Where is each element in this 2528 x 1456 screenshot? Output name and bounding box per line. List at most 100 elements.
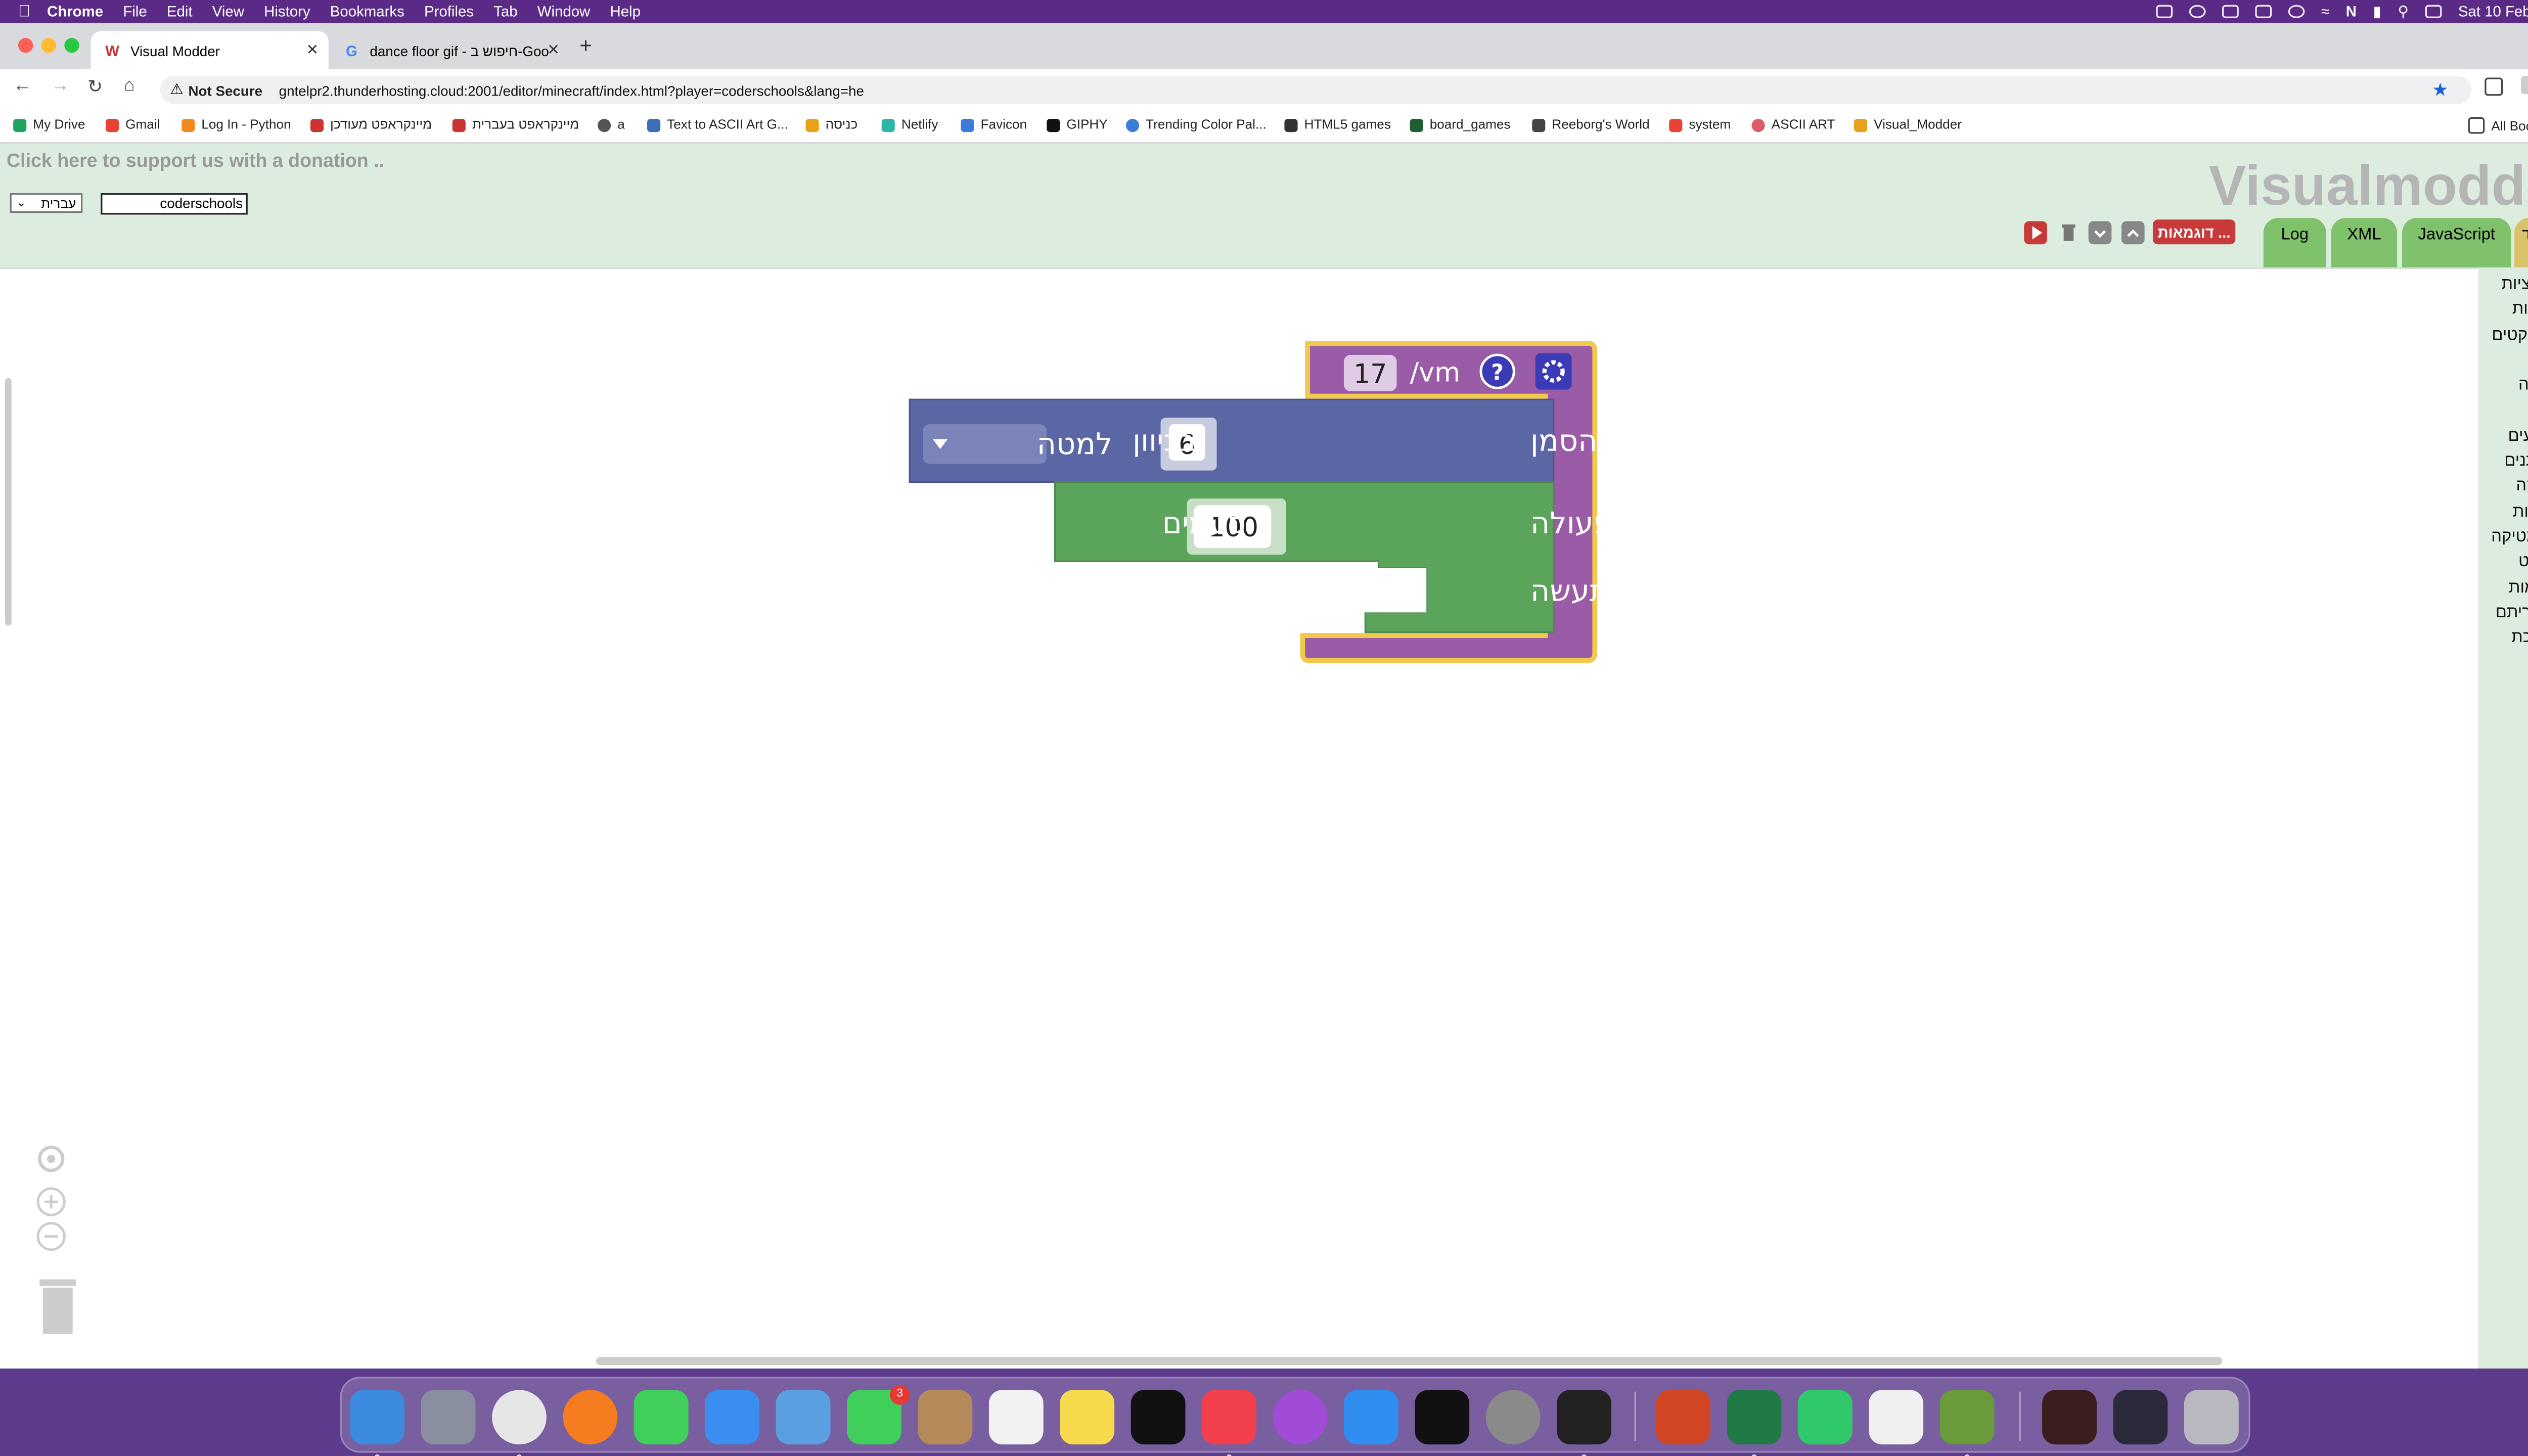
move-cursor-block[interactable]: קדם את מיקום הסמן 6 בכיוון למטה xyxy=(909,398,1798,483)
toolbox-category[interactable]: אלגוריתם xyxy=(2496,604,2528,622)
bookmark-item[interactable]: Reeborg's World xyxy=(1532,117,1650,132)
play-icon[interactable] xyxy=(2288,5,2305,18)
appstore-icon[interactable] xyxy=(1343,1390,1398,1445)
tab-log[interactable]: Log xyxy=(2263,218,2326,267)
contacts-icon[interactable] xyxy=(918,1390,973,1445)
system-settings-icon[interactable] xyxy=(1485,1390,1541,1445)
music-icon[interactable] xyxy=(1202,1390,1256,1445)
toolbox-category[interactable]: לולאות xyxy=(2513,503,2528,521)
minimize-window-button[interactable] xyxy=(41,38,57,53)
clock[interactable]: Sat 10 Feb 10:37 xyxy=(2458,4,2528,20)
bookmark-item[interactable]: My Drive xyxy=(13,117,85,132)
control-center-toggle-icon[interactable] xyxy=(2425,5,2442,18)
home-button[interactable]: ⌂ xyxy=(124,76,135,96)
bookmark-item[interactable]: Log In - Python xyxy=(182,117,291,132)
toolbox-category[interactable]: פעולות xyxy=(2512,301,2528,319)
messages-icon[interactable] xyxy=(634,1390,689,1445)
close-tab-icon[interactable]: ✕ xyxy=(306,41,319,60)
donate-link[interactable]: Click here to support us with a donation… xyxy=(7,152,384,171)
toolbox-category[interactable]: מתמטיקה xyxy=(2491,528,2528,547)
tab-xml[interactable]: XML xyxy=(2331,218,2398,267)
blockly-workspace[interactable]: 17 /vm ? קדם את מיקום הסמן 6 בכיוון למטה xyxy=(0,267,2478,1371)
menu-app[interactable]: Chrome xyxy=(47,4,103,20)
warning-icon[interactable]: ⚠ xyxy=(170,81,183,99)
bookmark-item[interactable]: Text to ASCII Art G... xyxy=(647,117,788,132)
bookmark-item[interactable]: system xyxy=(1669,117,1731,132)
menu-history[interactable]: History xyxy=(264,4,310,20)
repeat-block[interactable]: חזור על הפעולה 100 פעמים תעשה xyxy=(1054,481,1741,633)
player-input[interactable]: coderschools xyxy=(101,193,248,215)
address-bar[interactable]: ⚠ Not Secure gntelpr2.thunderhosting.clo… xyxy=(160,76,2472,104)
bookmark-item[interactable]: מיינקראפט מעודכן xyxy=(310,117,432,132)
run-button[interactable] xyxy=(2024,221,2047,245)
toolbox-category[interactable]: טקסט xyxy=(2518,554,2528,572)
bookmark-star-icon[interactable]: ★ xyxy=(2432,79,2448,101)
creative-cloud-icon[interactable] xyxy=(2189,5,2206,18)
reload-button[interactable]: ↻ xyxy=(87,76,103,97)
new-tab-button[interactable]: + xyxy=(579,33,592,58)
bookmark-item[interactable]: HTML5 games xyxy=(1284,117,1391,132)
toolbox-category[interactable]: מערכת xyxy=(2511,629,2528,648)
menu-file[interactable]: File xyxy=(123,4,147,20)
delete-button[interactable] xyxy=(2057,221,2081,245)
url-text[interactable]: gntelpr2.thunderhosting.cloud:2001/edito… xyxy=(279,82,864,99)
whatsapp-icon[interactable] xyxy=(1797,1390,1853,1445)
apple-icon[interactable]:  xyxy=(18,3,30,21)
chrome-icon[interactable] xyxy=(492,1390,547,1445)
bookmark-item[interactable]: Gmail xyxy=(105,117,160,132)
minecraft-icon[interactable] xyxy=(1939,1390,1995,1445)
appletv-icon[interactable] xyxy=(1131,1390,1186,1445)
gear-icon[interactable] xyxy=(1535,353,1572,390)
finder-icon[interactable] xyxy=(350,1390,404,1445)
close-tab-icon[interactable]: ✕ xyxy=(547,41,560,60)
extension-icon[interactable] xyxy=(2521,76,2528,95)
menu-window[interactable]: Window xyxy=(537,4,591,20)
toolbox-category[interactable]: רשימות xyxy=(2509,579,2528,597)
tab-visual-modder[interactable]: W Visual Modder ✕ xyxy=(91,31,329,70)
close-window-button[interactable] xyxy=(18,38,33,53)
zoom-window-button[interactable] xyxy=(64,38,79,53)
back-button[interactable]: ← xyxy=(13,76,31,96)
toolbox-category[interactable]: תנועה xyxy=(2518,377,2528,395)
toolbox-category[interactable]: אירועים xyxy=(2508,427,2528,445)
toolbox-category[interactable]: לוגיקה xyxy=(2516,478,2528,496)
all-bookmarks[interactable]: All Bookmarks xyxy=(2468,117,2528,134)
bookmark-item[interactable]: Netlify xyxy=(881,117,938,132)
excel-icon[interactable] xyxy=(1727,1390,1782,1445)
bookmark-item[interactable]: Favicon xyxy=(961,117,1027,132)
bookmark-item[interactable]: GIPHY xyxy=(1047,117,1108,132)
bookmark-item[interactable]: מיינקראפט בעברית xyxy=(452,117,579,132)
bookmark-item[interactable]: board_games xyxy=(1410,117,1510,132)
bookmark-item[interactable]: ASCII ART xyxy=(1751,117,1835,132)
menu-edit[interactable]: Edit xyxy=(167,4,193,20)
game-window-icon[interactable] xyxy=(2042,1390,2097,1445)
forward-button[interactable]: → xyxy=(51,76,69,96)
toolbox-category[interactable]: משתנים xyxy=(2504,452,2528,471)
screen-share-icon[interactable] xyxy=(2156,5,2173,18)
toolbox-category[interactable]: אובייקטים xyxy=(2492,326,2528,344)
trash-icon[interactable] xyxy=(2184,1390,2239,1445)
firefox-icon[interactable] xyxy=(563,1390,618,1445)
upload-button[interactable] xyxy=(2121,221,2145,245)
menu-view[interactable]: View xyxy=(212,4,244,20)
wifi-icon[interactable]: ≈ xyxy=(2321,4,2329,20)
bookmark-item[interactable]: a xyxy=(598,117,625,132)
launchpad-icon[interactable] xyxy=(421,1390,476,1445)
security-label[interactable]: Not Secure xyxy=(188,82,262,99)
search-icon[interactable]: ⚲ xyxy=(2398,3,2409,21)
toolbox-category[interactable]: פונקציות xyxy=(2501,276,2528,294)
notion-icon[interactable]: N xyxy=(2346,4,2357,20)
battery-icon[interactable]: ▮ xyxy=(2373,3,2381,21)
notes-icon[interactable] xyxy=(1060,1390,1115,1445)
bookmark-item[interactable]: Visual_Modder xyxy=(1854,117,1962,132)
menu-profiles[interactable]: Profiles xyxy=(424,4,474,20)
reminders-icon[interactable] xyxy=(988,1390,1044,1445)
screen-window-icon[interactable] xyxy=(2113,1390,2168,1445)
download-button[interactable] xyxy=(2088,221,2112,245)
tab-javascript[interactable]: JavaScript xyxy=(2402,218,2511,267)
powerpoint-icon[interactable] xyxy=(1656,1390,1710,1445)
grid-icon[interactable] xyxy=(2222,5,2239,18)
tab-code-snippets[interactable]: קטעי קוד xyxy=(2514,218,2528,267)
mail-icon[interactable] xyxy=(705,1390,760,1445)
bookmark-item[interactable]: כניסה xyxy=(805,117,857,132)
